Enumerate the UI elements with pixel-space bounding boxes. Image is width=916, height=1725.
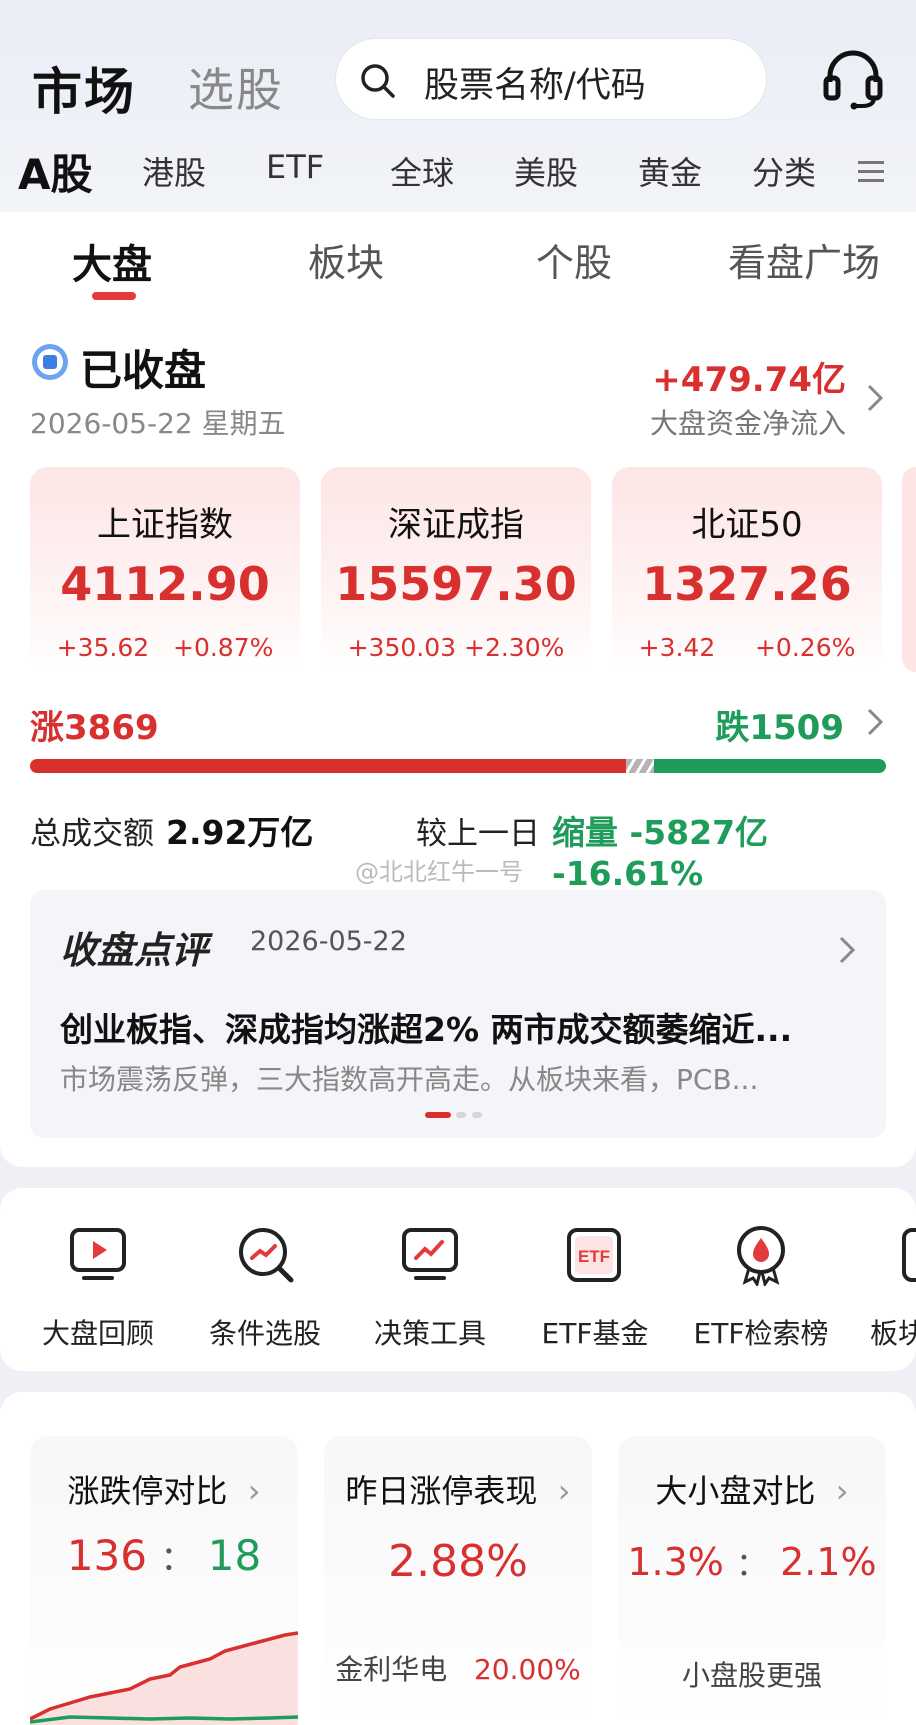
limit-up-leader: 金利华电 20.00% <box>335 1653 581 1686</box>
search-input[interactable]: 股票名称/代码 <box>335 38 767 120</box>
tool-sector[interactable]: 板块 <box>850 1222 916 1352</box>
tab-market[interactable]: 市场 <box>32 52 136 124</box>
menu-icon[interactable] <box>856 158 886 186</box>
limit-ratio: 136 ： 18 <box>66 1531 262 1580</box>
review-date: 2026-05-22 <box>250 926 407 957</box>
market-tab-etf[interactable]: ETF <box>266 148 324 186</box>
stat-title: 涨跌停对比 › <box>67 1472 261 1510</box>
breadth-bar <box>30 759 886 773</box>
tool-label: 板块 <box>870 1317 916 1350</box>
net-inflow-value[interactable]: +479.74亿 <box>652 352 846 401</box>
tool-decision[interactable]: 决策工具 <box>355 1222 505 1352</box>
turnover-compare-value: 缩量 -5827亿 -16.61% <box>552 813 769 893</box>
market-tab-us[interactable]: 美股 <box>514 148 578 194</box>
index-card-shenzhen[interactable]: 深证成指 15597.30 +350.03 +2.30% <box>321 467 591 672</box>
tool-condition-picker[interactable]: 条件选股 <box>190 1222 340 1352</box>
search-icon <box>361 64 395 98</box>
turnover-label: 总成交额 <box>30 816 154 852</box>
cap-conclusion: 小盘股更强 <box>681 1659 822 1692</box>
chevron-right-icon[interactable] <box>864 382 886 414</box>
limit-trend-sparkline <box>30 1631 298 1725</box>
trade-date: 2026-05-22 星期五 <box>30 407 286 440</box>
breadth-bar-down <box>654 759 886 773</box>
turnover-compare-label: 较上一日 <box>416 816 540 852</box>
svg-text:ETF: ETF <box>578 1247 610 1266</box>
header: 市场 选股 股票名称/代码 <box>0 30 916 130</box>
watermark: @北北红牛一号 <box>355 858 523 886</box>
tab-pick-stocks[interactable]: 选股 <box>188 54 284 120</box>
active-tab-indicator <box>92 292 136 300</box>
closing-review-card[interactable]: 收盘点评 2026-05-22 创业板指、深成指均涨超2% 两市成交额萎缩近..… <box>30 890 886 1138</box>
chevron-right-icon[interactable] <box>836 934 858 966</box>
advancers-count: 涨3869 <box>30 708 159 748</box>
search-placeholder: 股票名称/代码 <box>424 66 646 106</box>
breadth-bar-up <box>30 759 626 773</box>
tool-label: 大盘回顾 <box>41 1317 154 1350</box>
index-value: 15597.30 <box>335 557 577 611</box>
tool-label: ETF基金 <box>541 1317 649 1350</box>
cap-ratio: 1.3% ： 2.1% <box>627 1540 877 1584</box>
market-status: 已收盘 <box>80 346 207 395</box>
index-card-next-peek <box>902 467 916 672</box>
turnover-value: 2.92万亿 <box>166 813 314 852</box>
stat-title: 大小盘对比 › <box>655 1472 849 1510</box>
index-change: +350.03 +2.30% <box>347 633 565 662</box>
tool-label: ETF检索榜 <box>693 1317 829 1350</box>
play-screen-icon <box>70 1228 126 1280</box>
net-inflow-label: 大盘资金净流入 <box>649 407 846 440</box>
limit-compare-card[interactable]: 涨跌停对比 › 136 ： 18 <box>30 1436 298 1725</box>
market-tab-hk[interactable]: 港股 <box>142 148 206 194</box>
index-name: 上证指数 <box>97 505 233 545</box>
index-card-beijing[interactable]: 北证50 1327.26 +3.42 +0.26% <box>612 467 882 672</box>
index-value: 1327.26 <box>642 557 852 611</box>
index-change: +3.42 +0.26% <box>638 633 856 662</box>
sub-tab-sectors[interactable]: 板块 <box>308 232 384 287</box>
carousel-dot <box>456 1112 466 1118</box>
etf-icon: ETF <box>567 1228 621 1282</box>
index-name: 深证成指 <box>388 505 524 545</box>
sub-tab-watch-square[interactable]: 看盘广场 <box>728 232 880 287</box>
cap-compare-card[interactable]: 大小盘对比 › 1.3% ： 2.1% 小盘股更强 <box>618 1436 886 1725</box>
carousel-dot-active <box>425 1112 451 1118</box>
search-trend-icon <box>239 1228 294 1283</box>
market-tab-category[interactable]: 分类 <box>752 148 816 194</box>
carousel-dot <box>472 1112 482 1118</box>
headset-icon[interactable] <box>818 44 888 114</box>
limit-up-performance: 2.88% <box>388 1536 528 1587</box>
yesterday-limit-up-card[interactable]: 昨日涨停表现 › 2.88% 金利华电 20.00% <box>324 1436 592 1725</box>
chevron-right-icon[interactable] <box>864 706 886 738</box>
tool-label: 决策工具 <box>373 1317 486 1350</box>
tool-label: 条件选股 <box>208 1317 321 1350</box>
tool-etf-ranking[interactable]: ETF检索榜 <box>686 1222 836 1352</box>
market-closed-icon <box>32 344 68 380</box>
sub-tab-stocks[interactable]: 个股 <box>536 232 612 287</box>
review-summary: 市场震荡反弹，三大指数高开高走。从板块来看，PCB... <box>60 1063 759 1096</box>
decliners-count: 跌1509 <box>715 708 844 748</box>
review-headline: 创业板指、深成指均涨超2% 两市成交额萎缩近... <box>60 1010 793 1049</box>
sub-tab-overall[interactable]: 大盘 <box>72 232 152 290</box>
index-card-shanghai[interactable]: 上证指数 4112.90 +35.62 +0.87% <box>30 467 300 672</box>
market-tab-gold[interactable]: 黄金 <box>638 148 702 194</box>
stat-title: 昨日涨停表现 › <box>345 1472 571 1510</box>
chart-monitor-icon <box>402 1228 458 1280</box>
index-value: 4112.90 <box>60 557 270 611</box>
tool-market-review[interactable]: 大盘回顾 <box>23 1222 173 1352</box>
breadth-bar-flat <box>626 759 654 773</box>
index-name: 北证50 <box>691 505 803 545</box>
index-change: +35.62 +0.87% <box>56 633 274 662</box>
market-tab-global[interactable]: 全球 <box>390 148 454 194</box>
board-icon <box>902 1228 916 1282</box>
review-title: 收盘点评 <box>60 929 208 972</box>
market-tab-a-shares[interactable]: A股 <box>18 141 93 202</box>
medal-icon <box>737 1226 785 1288</box>
tool-etf-fund[interactable]: ETF ETF基金 <box>520 1222 670 1352</box>
